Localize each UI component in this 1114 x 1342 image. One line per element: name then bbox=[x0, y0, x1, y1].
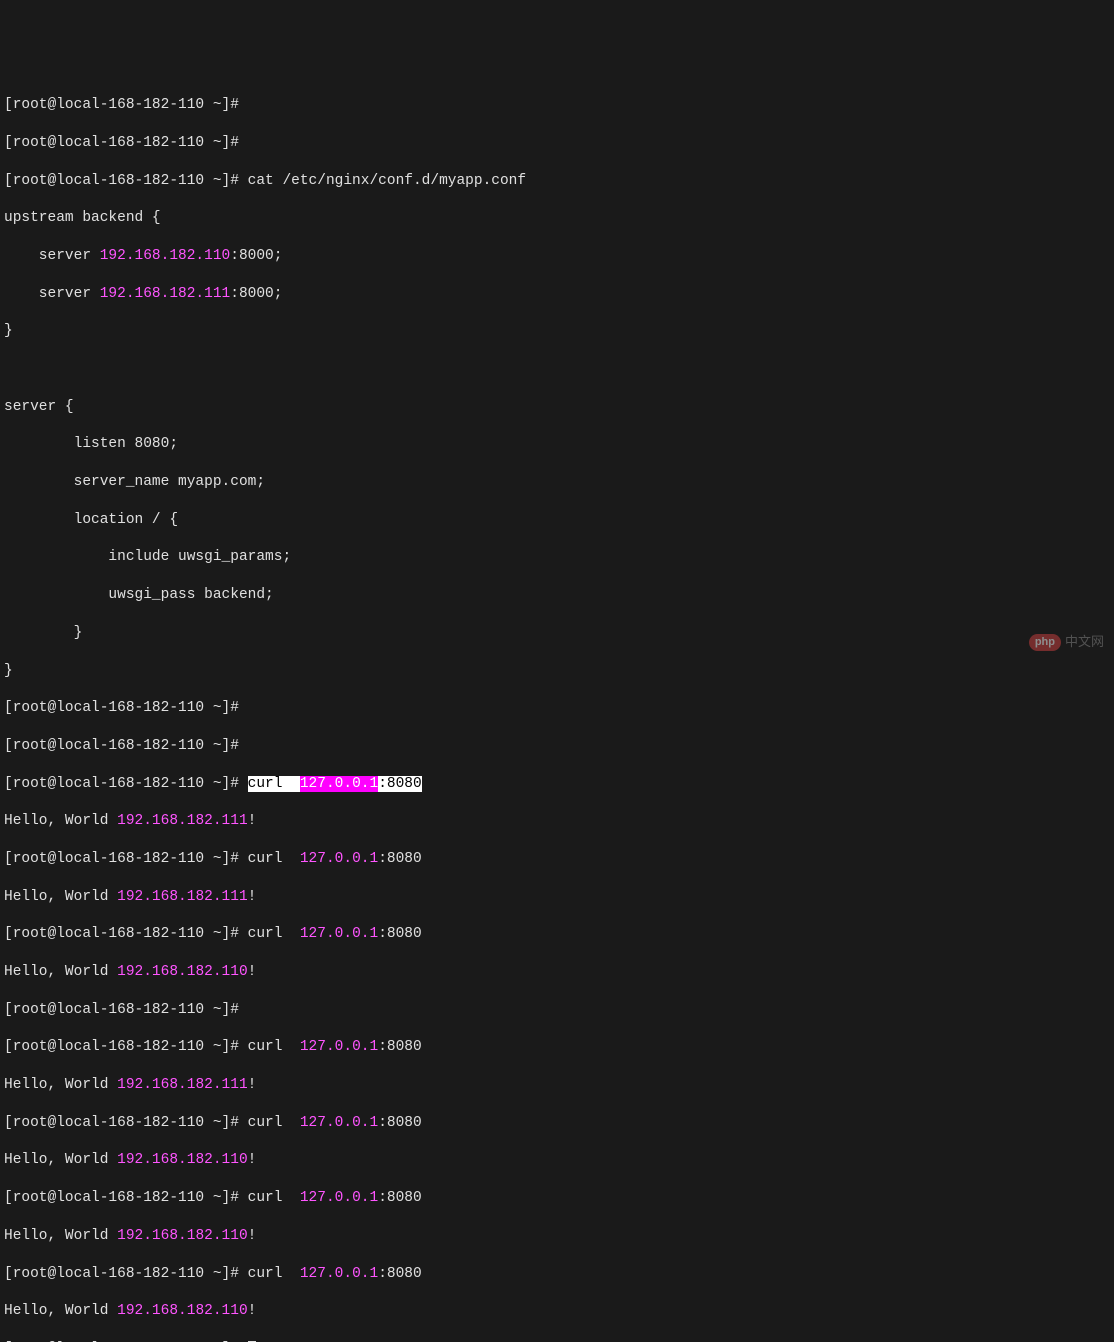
output-line: Hello, World 192.168.182.110! bbox=[4, 963, 1110, 982]
output-line: Hello, World 192.168.182.110! bbox=[4, 1302, 1110, 1321]
config-line: } bbox=[4, 322, 1110, 341]
cursor-icon bbox=[248, 1341, 256, 1342]
config-line: } bbox=[4, 624, 1110, 643]
prompt-line: [root@local-168-182-110 ~]# bbox=[4, 96, 1110, 115]
command-line: [root@local-168-182-110 ~]# curl 127.0.0… bbox=[4, 925, 1110, 944]
ip-address: 127.0.0.1 bbox=[300, 1115, 378, 1131]
prompt-line-active[interactable]: [root@local-168-182-110 ~]# bbox=[4, 1340, 1110, 1342]
prompt-line: [root@local-168-182-110 ~]# bbox=[4, 134, 1110, 153]
config-line: server 192.168.182.111:8000; bbox=[4, 285, 1110, 304]
command-line: [root@local-168-182-110 ~]# curl 127.0.0… bbox=[4, 775, 1110, 794]
output-line: Hello, World 192.168.182.111! bbox=[4, 1076, 1110, 1095]
prompt-line: [root@local-168-182-110 ~]# bbox=[4, 699, 1110, 718]
output-line: Hello, World 192.168.182.111! bbox=[4, 888, 1110, 907]
ip-address: 192.168.182.110 bbox=[117, 1152, 248, 1168]
config-line: server_name myapp.com; bbox=[4, 473, 1110, 492]
config-line: location / { bbox=[4, 511, 1110, 530]
ip-address: 192.168.182.111 bbox=[117, 1077, 248, 1093]
config-line: include uwsgi_params; bbox=[4, 548, 1110, 567]
command-line: [root@local-168-182-110 ~]# cat /etc/ngi… bbox=[4, 172, 1110, 191]
watermark-text: 中文网 bbox=[1065, 634, 1104, 651]
selection: curl bbox=[248, 776, 300, 792]
config-line: listen 8080; bbox=[4, 435, 1110, 454]
command-line: [root@local-168-182-110 ~]# curl 127.0.0… bbox=[4, 1265, 1110, 1284]
prompt-line: [root@local-168-182-110 ~]# bbox=[4, 737, 1110, 756]
ip-address: 192.168.182.110 bbox=[117, 1228, 248, 1244]
config-line: server 192.168.182.110:8000; bbox=[4, 247, 1110, 266]
selection-ip: 127.0.0.1 bbox=[300, 776, 378, 792]
ip-address: 192.168.182.111 bbox=[100, 286, 231, 302]
ip-address: 127.0.0.1 bbox=[300, 1266, 378, 1282]
ip-address: 192.168.182.110 bbox=[100, 248, 231, 264]
command-line: [root@local-168-182-110 ~]# curl 127.0.0… bbox=[4, 1038, 1110, 1057]
ip-address: 127.0.0.1 bbox=[300, 1190, 378, 1206]
watermark-logo: php bbox=[1029, 634, 1061, 650]
ip-address: 192.168.182.111 bbox=[117, 813, 248, 829]
prompt-line: [root@local-168-182-110 ~]# bbox=[4, 1001, 1110, 1020]
output-line: Hello, World 192.168.182.110! bbox=[4, 1227, 1110, 1246]
ip-address: 127.0.0.1 bbox=[300, 926, 378, 942]
ip-address: 127.0.0.1 bbox=[300, 851, 378, 867]
command-line: [root@local-168-182-110 ~]# curl 127.0.0… bbox=[4, 850, 1110, 869]
blank-line bbox=[4, 360, 1110, 379]
command-line: [root@local-168-182-110 ~]# curl 127.0.0… bbox=[4, 1189, 1110, 1208]
ip-address: 192.168.182.110 bbox=[117, 1303, 248, 1319]
watermark: php 中文网 bbox=[1029, 634, 1104, 651]
selection: :8080 bbox=[378, 776, 422, 792]
config-line: server { bbox=[4, 398, 1110, 417]
ip-address: 192.168.182.110 bbox=[117, 964, 248, 980]
ip-address: 192.168.182.111 bbox=[117, 889, 248, 905]
ip-address: 127.0.0.1 bbox=[300, 1039, 378, 1055]
output-line: Hello, World 192.168.182.110! bbox=[4, 1151, 1110, 1170]
command-line: [root@local-168-182-110 ~]# curl 127.0.0… bbox=[4, 1114, 1110, 1133]
config-line: uwsgi_pass backend; bbox=[4, 586, 1110, 605]
terminal-output[interactable]: [root@local-168-182-110 ~]# [root@local-… bbox=[4, 77, 1110, 1342]
output-line: Hello, World 192.168.182.111! bbox=[4, 812, 1110, 831]
config-line: upstream backend { bbox=[4, 209, 1110, 228]
